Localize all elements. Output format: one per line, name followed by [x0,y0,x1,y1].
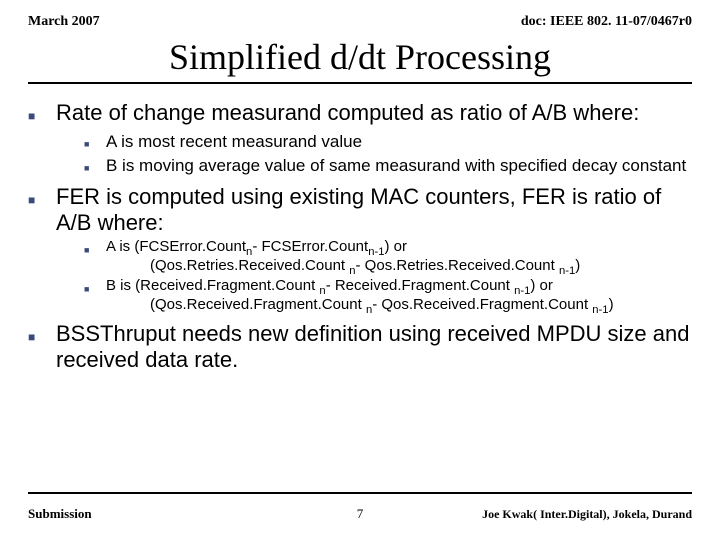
bullet-text: BSSThruput needs new definition using re… [56,321,692,373]
footer-author: Joe Kwak( Inter.Digital), Jokela, Durand [482,507,692,522]
square-bullet-icon: ■ [28,321,56,373]
continuation-line: (Qos.Received.Fragment.Count n- Qos.Rece… [106,296,614,315]
square-bullet-icon: ■ [84,238,106,276]
bullet-text: FER is computed using existing MAC count… [56,184,692,236]
square-bullet-icon: ■ [84,277,106,315]
footer-left: Submission [28,506,92,522]
bullet-text: Rate of change measurand computed as rat… [56,100,639,130]
header-date: March 2007 [28,14,100,30]
bullet-level2: ■ B is moving average value of same meas… [84,156,692,178]
title-block: Simplified d/dt Processing [28,36,692,84]
bullet-level1: ■ FER is computed using existing MAC cou… [28,184,692,236]
bullet-level2: ■ A is most recent measurand value [84,132,692,154]
title-rule [28,82,692,84]
continuation-line: (Qos.Retries.Received.Count n- Qos.Retri… [106,257,580,276]
bullet-text: A is most recent measurand value [106,132,362,154]
slide-body: ■ Rate of change measurand computed as r… [28,94,692,373]
sublist: ■ A is most recent measurand value ■ B i… [84,132,692,178]
footer: Submission 7 Joe Kwak( Inter.Digital), J… [28,506,692,522]
bullet-level2: ■ A is (FCSError.Countn- FCSError.Countn… [84,238,692,276]
slide-title: Simplified d/dt Processing [28,36,692,78]
square-bullet-icon: ■ [84,132,106,154]
bullet-text: B is (Received.Fragment.Count n- Receive… [106,277,614,315]
square-bullet-icon: ■ [28,100,56,130]
header: March 2007 doc: IEEE 802. 11-07/0467r0 [28,14,692,30]
square-bullet-icon: ■ [84,156,106,178]
sublist: ■ A is (FCSError.Countn- FCSError.Countn… [84,238,692,315]
footer-rule [28,492,692,494]
bullet-level1: ■ Rate of change measurand computed as r… [28,100,692,130]
square-bullet-icon: ■ [28,184,56,236]
header-doc-id: doc: IEEE 802. 11-07/0467r0 [521,14,692,30]
bullet-level1: ■ BSSThruput needs new definition using … [28,321,692,373]
bullet-text: B is moving average value of same measur… [106,156,686,178]
bullet-level2: ■ B is (Received.Fragment.Count n- Recei… [84,277,692,315]
slide: March 2007 doc: IEEE 802. 11-07/0467r0 S… [0,0,720,540]
bullet-text: A is (FCSError.Countn- FCSError.Countn-1… [106,238,580,276]
